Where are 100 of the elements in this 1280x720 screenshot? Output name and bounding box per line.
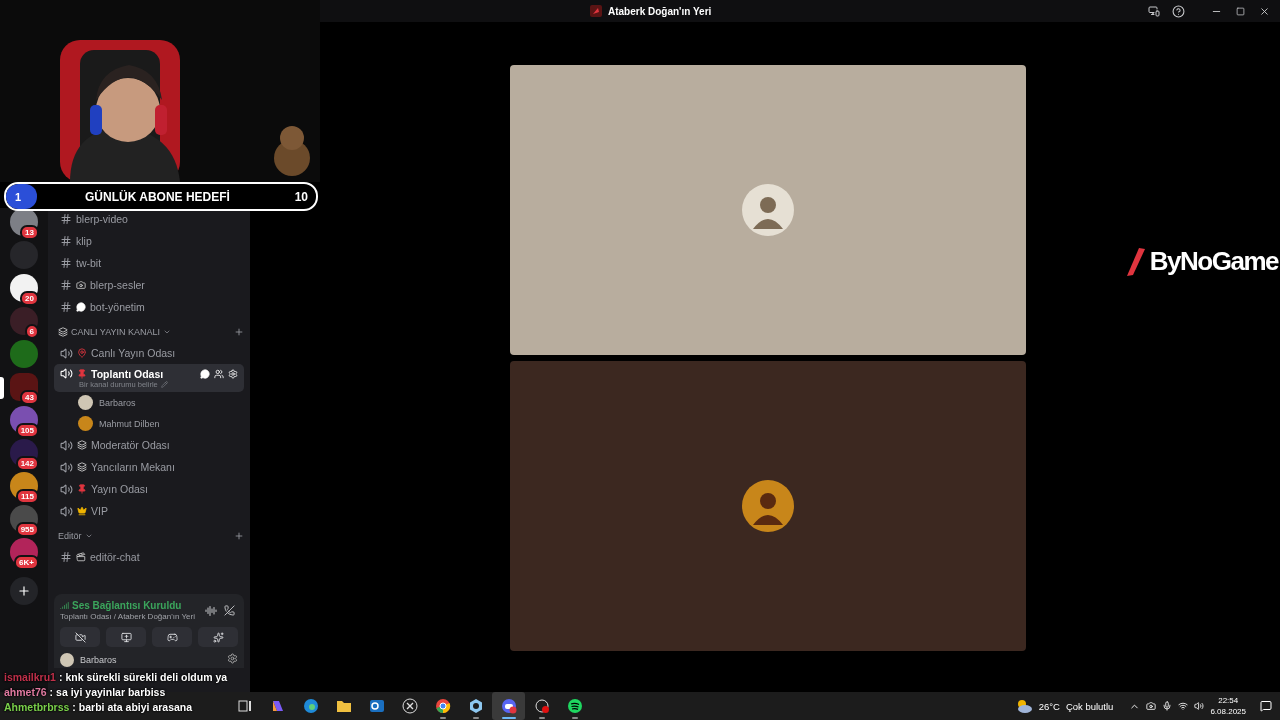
notification-icon[interactable] — [1260, 700, 1272, 712]
unread-badge: 13 — [20, 225, 39, 240]
chat-separator: : — [72, 701, 76, 714]
chevron-down-icon[interactable] — [84, 532, 93, 540]
speaker-icon — [60, 438, 73, 452]
text-channel[interactable]: tw-bit — [54, 252, 244, 274]
microphone-icon[interactable] — [1162, 701, 1173, 711]
activity-button[interactable] — [152, 627, 192, 647]
temperature: 26°C — [1038, 700, 1060, 712]
sound-wave-icon[interactable] — [205, 604, 217, 617]
hash-icon — [60, 301, 72, 313]
spool-icon — [77, 440, 87, 450]
member-name[interactable]: Mahmut Dilben — [99, 418, 160, 429]
add-server-button[interactable] — [10, 577, 38, 605]
taskbar-app[interactable] — [492, 692, 525, 720]
chat-separator: : — [58, 671, 63, 684]
volume-icon[interactable] — [1194, 701, 1205, 711]
connection-status: Ses Bağlantısı Kuruldu — [72, 600, 182, 611]
voice-channel[interactable]: Yayın Odası — [54, 478, 244, 500]
add-channel-icon[interactable] — [234, 327, 244, 337]
network-icon[interactable] — [1178, 701, 1189, 711]
hash-icon — [60, 213, 72, 225]
goal-label: GÜNLÜK ABONE HEDEFİ — [85, 189, 231, 204]
camera-icon[interactable] — [1146, 701, 1157, 711]
disconnect-icon[interactable] — [224, 605, 235, 616]
clock[interactable]: 22:54 6.08.2025 — [1210, 695, 1246, 717]
chat-message: sa iyi yayinlar barbiss — [56, 686, 166, 699]
hash-icon — [60, 551, 72, 563]
spool-icon — [77, 462, 87, 472]
soundboard-button[interactable] — [198, 627, 238, 647]
unread-badge: 43 — [20, 390, 39, 405]
sparkles-icon — [212, 631, 224, 643]
camera-icon — [76, 280, 86, 290]
chevron-down-icon[interactable] — [163, 328, 172, 336]
pin-icon — [77, 348, 87, 358]
server-icon[interactable] — [10, 307, 38, 335]
maximize-icon[interactable] — [1236, 6, 1245, 16]
text-channel[interactable]: bot-yönetim — [54, 296, 244, 318]
crown-icon — [77, 506, 87, 516]
chat-message: knk sürekli sürekli deli oldum ya — [65, 671, 228, 684]
task-view-icon — [237, 699, 252, 713]
folder-icon — [335, 699, 352, 713]
hash-icon — [60, 279, 72, 291]
plus-icon — [17, 584, 31, 598]
chat-separator: : — [49, 686, 54, 699]
server-logo-icon — [590, 5, 602, 17]
voice-channel[interactable]: Yancıların Mekanı — [54, 456, 244, 478]
add-channel-icon[interactable] — [234, 531, 244, 541]
text-channel[interactable]: blerp-sesler — [54, 274, 244, 296]
unread-badge: 20 — [20, 291, 39, 306]
chat-icon[interactable] — [200, 368, 210, 379]
chrome-icon — [434, 698, 451, 714]
speaker-icon — [60, 482, 73, 496]
screen-share-icon — [120, 631, 132, 643]
user-avatar — [741, 183, 795, 237]
speaker-icon — [60, 460, 73, 474]
camera-off-button[interactable] — [60, 627, 100, 647]
close-circle-icon — [401, 698, 418, 714]
video-tile[interactable] — [510, 65, 1026, 355]
unread-badge: 142 — [15, 456, 39, 471]
game-controller-app-icon — [500, 698, 517, 714]
gamepad-icon — [166, 631, 178, 643]
music-app-icon — [566, 698, 583, 714]
video-tile[interactable] — [510, 361, 1026, 651]
close-icon[interactable] — [1259, 5, 1270, 17]
category-name[interactable]: CANLI YAYIN KANALI — [71, 327, 161, 337]
slash-icon — [1124, 246, 1147, 277]
speaker-icon — [60, 367, 73, 380]
user-avatar — [741, 479, 795, 533]
unread-badge: 6K+ — [14, 555, 39, 570]
category-name[interactable]: Editör — [58, 531, 82, 541]
devices-icon[interactable] — [1148, 5, 1160, 17]
unread-badge: 105 — [15, 423, 39, 438]
voice-channel[interactable]: Moderatör Odası — [54, 434, 244, 456]
settings-icon[interactable] — [227, 653, 238, 664]
clapperboard-icon — [76, 552, 86, 562]
weather-text: Çok bulutlu — [1065, 700, 1114, 712]
people-icon[interactable] — [214, 368, 224, 379]
voice-channel[interactable]: VIP — [54, 500, 244, 522]
hash-icon — [60, 257, 72, 269]
text-channel[interactable]: editör-chat — [54, 546, 244, 568]
signal-icon — [60, 601, 69, 610]
goal-target: 10 — [294, 189, 308, 204]
help-icon[interactable] — [1172, 4, 1185, 18]
mail-app-icon — [368, 698, 385, 714]
pencil-icon — [160, 381, 168, 388]
member-name[interactable]: Barbaros — [99, 397, 136, 408]
channel-name: Toplantı Odası — [91, 367, 165, 380]
text-channel[interactable]: blerp-video — [54, 208, 244, 230]
browser-icon — [302, 698, 319, 714]
screen-share-button[interactable] — [106, 627, 146, 647]
user-name: Barbaros — [80, 655, 118, 665]
spool-icon — [58, 327, 68, 337]
hash-icon — [60, 235, 72, 247]
speaker-icon — [60, 504, 73, 518]
chat-username: ahmet76 — [4, 686, 47, 699]
chat-username: ismailkru1 — [4, 671, 56, 684]
voice-channel[interactable]: Canlı Yayın Odası — [54, 342, 244, 364]
brand-logo: ByNoGame — [1124, 246, 1278, 277]
text-channel[interactable]: klip — [54, 230, 244, 252]
